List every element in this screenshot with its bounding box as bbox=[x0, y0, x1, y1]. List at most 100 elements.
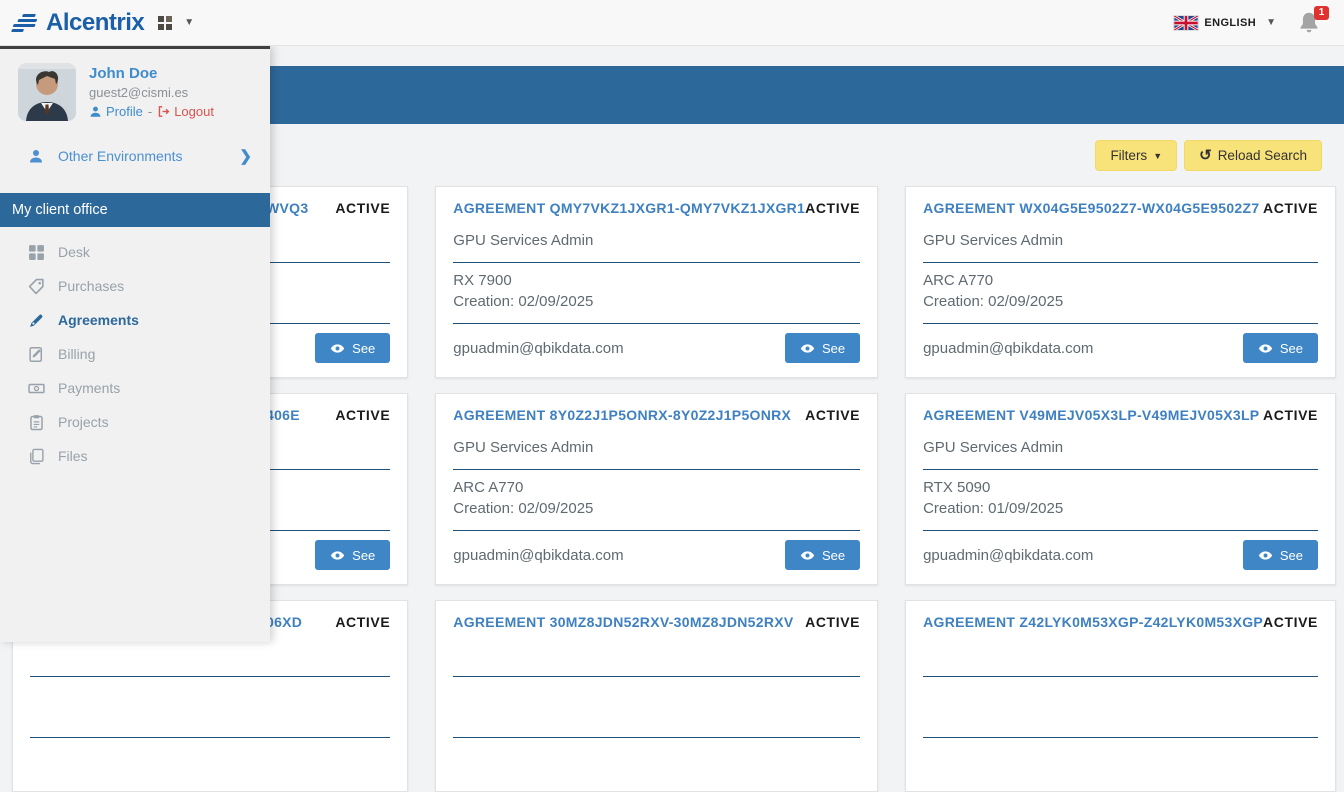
divider bbox=[30, 737, 390, 738]
files-icon bbox=[28, 448, 45, 465]
agreement-creation-date bbox=[30, 707, 390, 725]
agreement-product: RTX 5090 bbox=[923, 479, 1318, 497]
see-button[interactable]: See bbox=[785, 540, 860, 570]
person-icon bbox=[28, 148, 44, 164]
agreement-creation-date: Creation: 01/09/2025 bbox=[923, 500, 1318, 518]
agreement-title[interactable]: AGREEMENT WX04G5E9502Z7-WX04G5E9502Z7 bbox=[923, 200, 1259, 216]
reload-search-button[interactable]: ↺ Reload Search bbox=[1184, 140, 1322, 171]
eye-icon bbox=[330, 548, 345, 563]
see-button[interactable]: See bbox=[785, 333, 860, 363]
agreement-product: ARC A770 bbox=[453, 479, 860, 497]
search-toolbar: Filters ▼ ↺ Reload Search bbox=[1095, 140, 1322, 171]
chevron-down-icon: ▼ bbox=[1266, 17, 1276, 28]
agreement-email: gpuadmin@qbikdata.com bbox=[923, 340, 1093, 357]
sidebar-item-purchases[interactable]: Purchases bbox=[0, 269, 270, 303]
logout-link[interactable]: Logout bbox=[157, 104, 214, 119]
notification-count-badge: 1 bbox=[1314, 6, 1329, 20]
eye-icon bbox=[1258, 341, 1273, 356]
agreement-title[interactable]: AGREEMENT QMY7VKZ1JXGR1-QMY7VKZ1JXGR1 bbox=[453, 200, 805, 216]
see-button[interactable]: See bbox=[315, 333, 390, 363]
agreement-creation-date: Creation: 02/09/2025 bbox=[923, 293, 1318, 311]
chevron-down-icon[interactable]: ▼ bbox=[184, 17, 194, 28]
sidebar-item-billing[interactable]: Billing bbox=[0, 337, 270, 371]
eye-icon bbox=[800, 341, 815, 356]
sidebar-drawer: John Doe guest2@cismi.es Profile - Logou… bbox=[0, 46, 270, 642]
eye-icon bbox=[800, 548, 815, 563]
filters-label: Filters bbox=[1110, 148, 1147, 163]
tag-icon bbox=[28, 278, 45, 295]
reload-icon: ↺ bbox=[1199, 148, 1212, 163]
divider bbox=[30, 676, 390, 677]
divider bbox=[453, 737, 860, 738]
agreement-org bbox=[30, 646, 390, 664]
user-name[interactable]: John Doe bbox=[89, 65, 214, 82]
see-label: See bbox=[352, 341, 375, 356]
agreement-org bbox=[453, 646, 860, 664]
see-label: See bbox=[352, 548, 375, 563]
sidebar-menu: Desk Purchases Agreements Billing Paymen… bbox=[0, 227, 270, 473]
status-badge: ACTIVE bbox=[335, 614, 390, 630]
user-profile-block: John Doe guest2@cismi.es Profile - Logou… bbox=[0, 49, 270, 131]
agreement-email: gpuadmin@qbikdata.com bbox=[453, 547, 623, 564]
other-environments-label: Other Environments bbox=[58, 148, 239, 164]
see-button[interactable]: See bbox=[315, 540, 390, 570]
apps-grid-icon[interactable] bbox=[158, 16, 172, 30]
divider bbox=[923, 262, 1318, 263]
agreement-card: AGREEMENT 30MZ8JDN52RXV-30MZ8JDN52RXV AC… bbox=[435, 600, 878, 792]
eye-icon bbox=[1258, 548, 1273, 563]
status-badge: ACTIVE bbox=[805, 614, 860, 630]
divider bbox=[923, 676, 1318, 677]
agreement-card: AGREEMENT QMY7VKZ1JXGR1-QMY7VKZ1JXGR1 AC… bbox=[435, 186, 878, 378]
status-badge: ACTIVE bbox=[335, 200, 390, 216]
divider bbox=[453, 469, 860, 470]
language-selector[interactable]: ENGLISH ▼ bbox=[1174, 16, 1276, 30]
agreement-creation-date: Creation: 02/09/2025 bbox=[453, 500, 860, 518]
avatar bbox=[18, 63, 76, 121]
agreement-title[interactable]: AGREEMENT 30MZ8JDN52RXV-30MZ8JDN52RXV bbox=[453, 614, 793, 630]
user-email: guest2@cismi.es bbox=[89, 85, 214, 100]
agreement-org: GPU Services Admin bbox=[453, 232, 860, 250]
billing-doc-icon bbox=[28, 346, 45, 363]
pen-icon bbox=[28, 312, 45, 329]
desk-grid-icon bbox=[28, 244, 45, 261]
see-label: See bbox=[1280, 548, 1303, 563]
sidebar-item-desk[interactable]: Desk bbox=[0, 235, 270, 269]
status-badge: ACTIVE bbox=[805, 200, 860, 216]
app-logo[interactable]: Alcentrix ▼ bbox=[14, 9, 194, 37]
profile-link[interactable]: Profile bbox=[89, 104, 143, 119]
logo-bars-icon bbox=[11, 14, 39, 32]
agreement-card: AGREEMENT WX04G5E9502Z7-WX04G5E9502Z7 AC… bbox=[905, 186, 1336, 378]
sidebar-section-title: My client office bbox=[0, 193, 270, 227]
status-badge: ACTIVE bbox=[805, 407, 860, 423]
chevron-down-icon: ▼ bbox=[1153, 151, 1162, 161]
agreement-title[interactable]: AGREEMENT V49MEJV05X3LP-V49MEJV05X3LP bbox=[923, 407, 1259, 423]
status-badge: ACTIVE bbox=[335, 407, 390, 423]
agreement-creation-date bbox=[923, 707, 1318, 725]
agreement-title[interactable]: AGREEMENT 8Y0Z2J1P5ONRX-8Y0Z2J1P5ONRX bbox=[453, 407, 791, 423]
agreement-product bbox=[30, 686, 390, 704]
agreement-org: GPU Services Admin bbox=[453, 439, 860, 457]
divider bbox=[923, 737, 1318, 738]
agreement-email: gpuadmin@qbikdata.com bbox=[453, 340, 623, 357]
see-label: See bbox=[822, 341, 845, 356]
status-badge: ACTIVE bbox=[1263, 200, 1318, 216]
filters-button[interactable]: Filters ▼ bbox=[1095, 140, 1177, 171]
see-button[interactable]: See bbox=[1243, 540, 1318, 570]
sidebar-item-agreements[interactable]: Agreements bbox=[0, 303, 270, 337]
agreement-title[interactable]: AGREEMENT Z42LYK0M53XGP-Z42LYK0M53XGP bbox=[923, 614, 1263, 630]
sidebar-item-projects[interactable]: Projects bbox=[0, 405, 270, 439]
divider bbox=[453, 530, 860, 531]
sidebar-item-files[interactable]: Files bbox=[0, 439, 270, 473]
see-button[interactable]: See bbox=[1243, 333, 1318, 363]
agreement-product bbox=[453, 686, 860, 704]
links-separator: - bbox=[148, 104, 152, 119]
notifications-button[interactable]: 1 bbox=[1296, 10, 1322, 36]
sidebar-item-payments[interactable]: Payments bbox=[0, 371, 270, 405]
agreement-creation-date bbox=[453, 707, 860, 725]
agreement-org: GPU Services Admin bbox=[923, 232, 1318, 250]
other-environments-item[interactable]: Other Environments ❯ bbox=[0, 131, 270, 181]
status-badge: ACTIVE bbox=[1263, 407, 1318, 423]
divider bbox=[923, 530, 1318, 531]
clipboard-icon bbox=[28, 414, 45, 431]
agreement-org bbox=[923, 646, 1318, 664]
